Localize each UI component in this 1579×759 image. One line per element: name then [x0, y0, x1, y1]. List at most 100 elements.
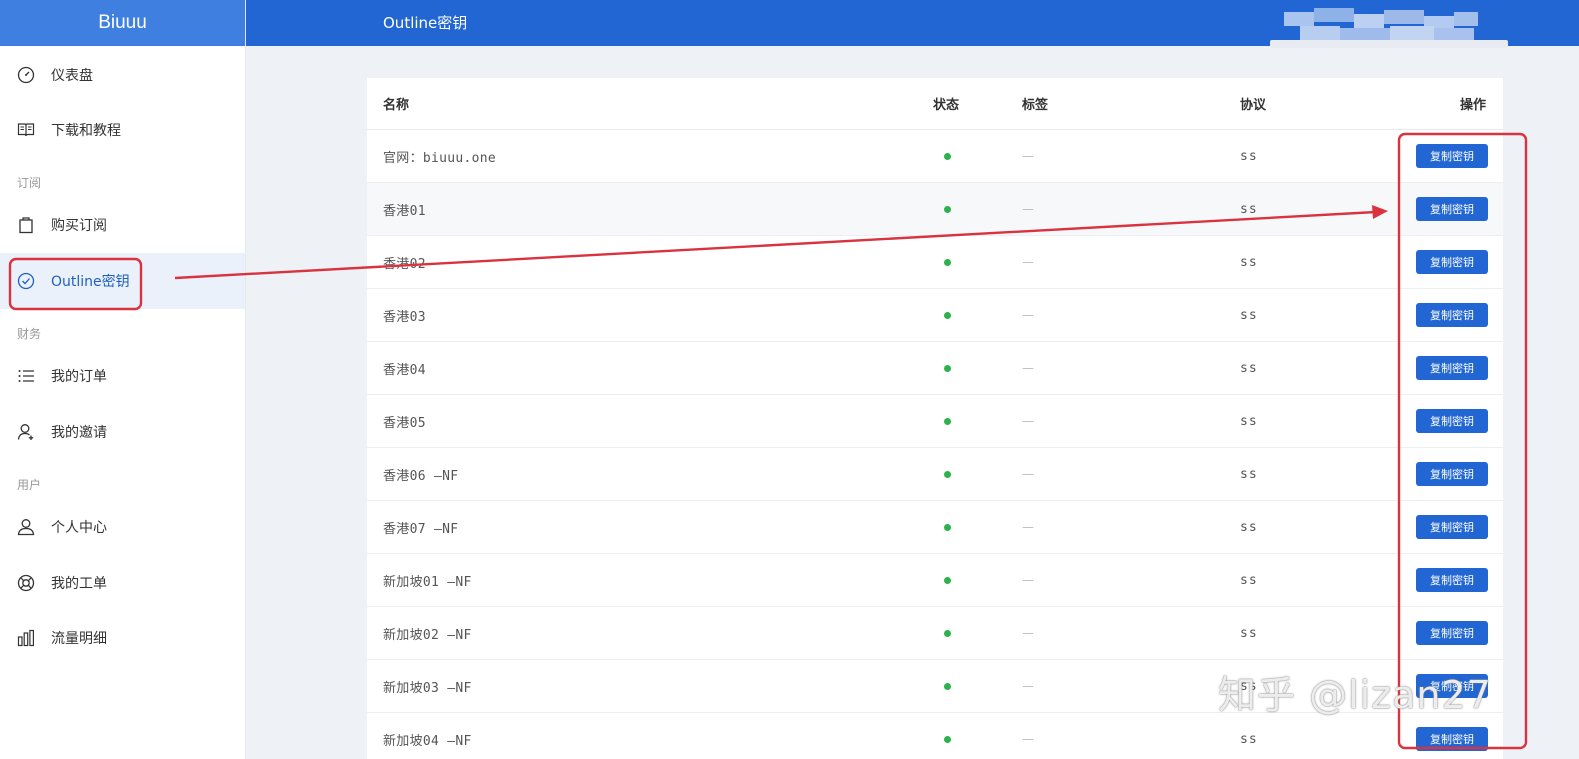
- sidebar-item-outline-keys[interactable]: Outline密钥: [0, 253, 245, 309]
- action-cell: 复制密钥: [1416, 607, 1488, 659]
- protocol-value: ss: [1240, 201, 1258, 217]
- column-header-name: 名称: [383, 98, 410, 113]
- tag-value: —: [1022, 308, 1034, 322]
- tag-value: —: [1022, 573, 1034, 587]
- table-row: 官网：biuuu.one — ss 复制密钥: [367, 130, 1503, 183]
- copy-key-button[interactable]: 复制密钥: [1416, 727, 1488, 751]
- column-header-tag: 标签: [1022, 98, 1049, 113]
- table-row: 香港05 — ss 复制密钥: [367, 395, 1503, 448]
- tag-value: —: [1022, 467, 1034, 481]
- status-indicator: [942, 501, 952, 553]
- status-indicator: [942, 236, 952, 288]
- server-name: 香港04: [383, 362, 426, 378]
- protocol-value: ss: [1240, 731, 1258, 747]
- protocol-value: ss: [1240, 148, 1258, 164]
- status-online-dot: [943, 205, 951, 213]
- protocol-value: ss: [1240, 413, 1258, 429]
- page-title: Outline密钥: [383, 14, 468, 32]
- table-row: 新加坡01 —NF — ss 复制密钥: [367, 554, 1503, 607]
- sidebar-item-tickets[interactable]: 我的工单: [0, 555, 245, 611]
- sidebar-item-profile[interactable]: 个人中心: [0, 499, 245, 555]
- copy-key-button[interactable]: 复制密钥: [1416, 515, 1488, 539]
- tag-value: —: [1022, 626, 1034, 640]
- user-add-icon: [16, 422, 36, 442]
- protocol-value: ss: [1240, 360, 1258, 376]
- sidebar-item-dashboard[interactable]: 仪表盘: [0, 47, 245, 103]
- status-online-dot: [943, 735, 951, 743]
- dashboard-icon: [16, 65, 36, 85]
- sidebar-item-invites[interactable]: 我的邀请: [0, 404, 245, 460]
- sidebar-item-label: Outline密钥: [51, 274, 130, 290]
- sidebar-item-traffic[interactable]: 流量明细: [0, 610, 245, 666]
- status-online-dot: [943, 470, 951, 478]
- bar-chart-icon: [16, 628, 36, 648]
- copy-key-button[interactable]: 复制密钥: [1416, 568, 1488, 592]
- app-brand[interactable]: Biuuu: [0, 0, 245, 46]
- server-name: 新加坡03 —NF: [383, 680, 472, 696]
- status-online-dot: [943, 364, 951, 372]
- server-name: 香港01: [383, 203, 426, 219]
- copy-key-button[interactable]: 复制密钥: [1416, 250, 1488, 274]
- server-name: 香港02: [383, 256, 426, 272]
- sidebar-item-buy-subscription[interactable]: 购买订阅: [0, 197, 245, 253]
- table-row: 新加坡02 —NF — ss 复制密钥: [367, 607, 1503, 660]
- lifebuoy-icon: [16, 573, 36, 593]
- status-indicator: [942, 395, 952, 447]
- status-indicator: [942, 183, 952, 235]
- watermark: 知乎 @lizan27: [1218, 673, 1492, 717]
- status-online-dot: [943, 417, 951, 425]
- server-name: 香港05: [383, 415, 426, 431]
- action-cell: 复制密钥: [1416, 395, 1488, 447]
- server-name: 官网：biuuu.one: [383, 150, 497, 166]
- table-row: 香港06 —NF — ss 复制密钥: [367, 448, 1503, 501]
- protocol-value: ss: [1240, 466, 1258, 482]
- sidebar-item-label: 我的邀请: [51, 425, 107, 441]
- top-header: Outline密钥: [246, 0, 1579, 48]
- action-cell: 复制密钥: [1416, 236, 1488, 288]
- copy-key-button[interactable]: 复制密钥: [1416, 621, 1488, 645]
- protocol-value: ss: [1240, 307, 1258, 323]
- user-icon: [16, 517, 36, 537]
- sidebar-item-label: 购买订阅: [51, 218, 107, 234]
- check-circle-icon: [16, 271, 36, 291]
- status-indicator: [942, 713, 952, 759]
- book-icon: [16, 120, 36, 140]
- table-row: 香港03 — ss 复制密钥: [367, 289, 1503, 342]
- sidebar: Biuuu 仪表盘 下载和教程 订阅 购买订阅 Outline密钥 财务 我的订…: [0, 0, 246, 759]
- sidebar-item-label: 我的工单: [51, 576, 107, 592]
- tag-value: —: [1022, 520, 1034, 534]
- nav-group-user: 用户: [17, 478, 42, 492]
- tag-value: —: [1022, 255, 1034, 269]
- sidebar-item-label: 我的订单: [51, 369, 107, 385]
- column-header-action: 操作: [1460, 98, 1487, 113]
- copy-key-button[interactable]: 复制密钥: [1416, 144, 1488, 168]
- table-row: 香港01 — ss 复制密钥: [367, 183, 1503, 236]
- copy-key-button[interactable]: 复制密钥: [1416, 462, 1488, 486]
- status-online-dot: [943, 152, 951, 160]
- column-header-status: 状态: [933, 98, 960, 113]
- protocol-value: ss: [1240, 572, 1258, 588]
- copy-key-button[interactable]: 复制密钥: [1416, 197, 1488, 221]
- copy-key-button[interactable]: 复制密钥: [1416, 303, 1488, 327]
- nav-group-finance: 财务: [17, 327, 42, 341]
- copy-key-button[interactable]: 复制密钥: [1416, 409, 1488, 433]
- server-name: 新加坡02 —NF: [383, 627, 472, 643]
- status-indicator: [942, 660, 952, 712]
- table-row: 香港07 —NF — ss 复制密钥: [367, 501, 1503, 554]
- copy-key-button[interactable]: 复制密钥: [1416, 356, 1488, 380]
- sidebar-item-orders[interactable]: 我的订单: [0, 348, 245, 404]
- sidebar-item-label: 仪表盘: [51, 68, 93, 84]
- server-name: 新加坡01 —NF: [383, 574, 472, 590]
- sidebar-item-downloads[interactable]: 下载和教程: [0, 102, 245, 158]
- status-indicator: [942, 448, 952, 500]
- status-indicator: [942, 130, 952, 182]
- status-online-dot: [943, 629, 951, 637]
- server-name: 香港07 —NF: [383, 521, 459, 537]
- table-row: 新加坡04 —NF — ss 复制密钥: [367, 713, 1503, 759]
- protocol-value: ss: [1240, 519, 1258, 535]
- status-online-dot: [943, 311, 951, 319]
- tag-value: —: [1022, 202, 1034, 216]
- sidebar-item-label: 下载和教程: [51, 123, 121, 139]
- sidebar-item-label: 流量明细: [51, 631, 107, 647]
- protocol-value: ss: [1240, 254, 1258, 270]
